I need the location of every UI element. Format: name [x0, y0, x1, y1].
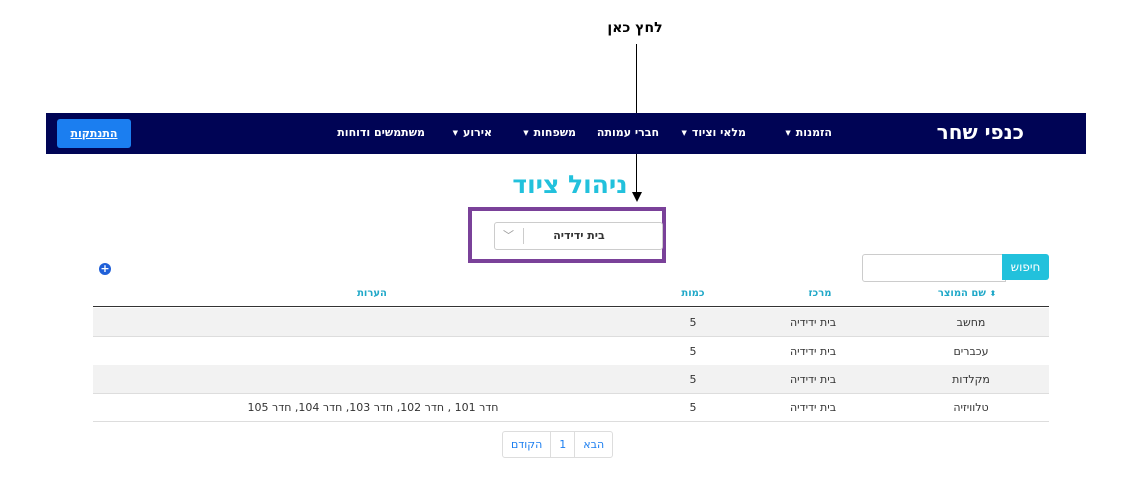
pagination-page[interactable]: 1	[551, 432, 576, 457]
nav-event[interactable]: אירוע ▼	[453, 126, 492, 139]
cell-center: בית ידידיה	[789, 373, 837, 386]
add-item-icon[interactable]: +	[99, 263, 111, 275]
chevron-down-icon: ▼	[785, 129, 791, 137]
select-separator	[523, 228, 524, 244]
center-select[interactable]: בית ידידיה ﹀	[494, 222, 663, 250]
header-center: מרכז	[808, 288, 832, 299]
header-quantity: כמות	[681, 288, 705, 299]
sort-icon[interactable]: ⬍	[989, 289, 996, 298]
cell-product: מקלדות	[952, 373, 990, 386]
cell-quantity: 5	[689, 316, 697, 329]
table-row: טלוויזיה בית ידידיה 5 חדר 101 , חדר 102,…	[93, 393, 1049, 422]
cell-center: בית ידידיה	[789, 345, 837, 358]
nav-members-label: חברי עמותה	[596, 126, 659, 139]
top-navbar: כנפי שחר הזמנות▼ מלאי וציוד▼ חברי עמותה …	[46, 113, 1086, 154]
nav-users-reports[interactable]: משתמשים ודוחות	[337, 126, 425, 139]
nav-inventory[interactable]: מלאי וציוד ▼	[681, 126, 746, 139]
table-row: מחשב בית ידידיה 5	[93, 308, 1049, 337]
nav-event-label: אירוע	[463, 126, 492, 139]
nav-members[interactable]: חברי עמותה	[597, 126, 659, 139]
cell-quantity: 5	[689, 345, 697, 358]
chevron-down-icon: ▼	[681, 129, 687, 137]
logout-button[interactable]: התנתקות	[57, 119, 131, 148]
pagination-prev[interactable]: הקודם	[503, 432, 552, 457]
cell-notes: חדר 101 , חדר 102, חדר 103, חדר 104, חדר…	[247, 401, 499, 414]
cell-center: בית ידידיה	[789, 401, 837, 414]
pagination-next[interactable]: הבא	[575, 432, 612, 457]
table-row: מקלדות בית ידידיה 5	[93, 365, 1049, 394]
header-product[interactable]: ⬍ שם המוצר	[912, 288, 1022, 299]
cell-quantity: 5	[689, 401, 697, 414]
brand-logo-text[interactable]: כנפי שחר	[937, 120, 1024, 144]
search-input[interactable]	[862, 254, 1006, 282]
chevron-down-icon: ▼	[452, 129, 459, 137]
nav-families[interactable]: משפחות ▼	[523, 126, 576, 139]
chevron-down-icon: ▼	[523, 129, 529, 137]
nav-users-reports-label: משתמשים ודוחות	[337, 126, 425, 139]
page-title: ניהול ציוד	[512, 170, 628, 199]
nav-inventory-label: מלאי וציוד	[691, 126, 746, 139]
cell-product: מחשב	[956, 316, 986, 329]
cell-quantity: 5	[689, 373, 697, 386]
nav-orders[interactable]: הזמנות ▼	[785, 126, 832, 139]
cell-product: עכברים	[953, 345, 989, 358]
search-button[interactable]: חיפוש	[1002, 254, 1049, 280]
nav-orders-label: הזמנות	[795, 126, 832, 139]
header-product-label: שם המוצר	[937, 288, 986, 299]
nav-families-label: משפחות	[533, 126, 576, 139]
pagination: הקודם 1 הבא	[502, 431, 614, 458]
header-notes: הערות	[357, 288, 387, 299]
cell-center: בית ידידיה	[789, 316, 837, 329]
table-header-divider	[93, 306, 1049, 307]
annotation-label: לחץ כאן	[607, 20, 663, 36]
cell-product: טלוויזיה	[953, 401, 989, 414]
chevron-down-icon[interactable]: ﹀	[503, 227, 514, 243]
center-select-value: בית ידידיה	[553, 229, 605, 242]
table-row: עכברים בית ידידיה 5	[93, 337, 1049, 366]
